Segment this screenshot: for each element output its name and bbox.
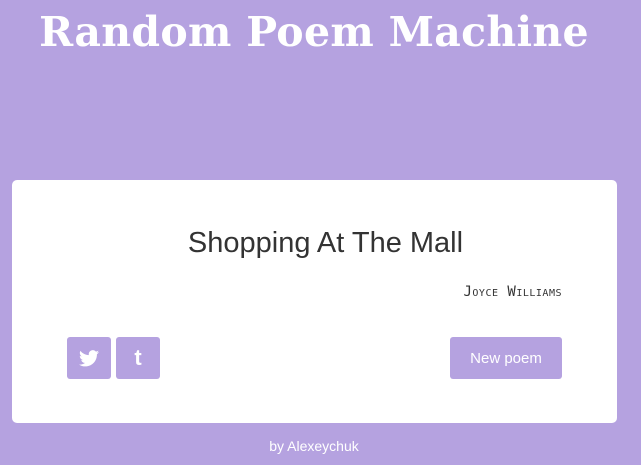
new-poem-button[interactable]: New poem	[450, 337, 562, 379]
poem-author: Joyce Williams	[463, 284, 562, 300]
poem-title: Shopping At The Mall	[187, 227, 464, 259]
footer-prefix: by	[269, 438, 285, 454]
footer-author-link[interactable]: Alexeychuk	[287, 438, 359, 454]
share-twitter-button[interactable]	[67, 337, 111, 379]
poem-card: Shopping At The Mall Joyce Williams t Ne…	[12, 180, 617, 423]
twitter-icon	[79, 349, 99, 366]
tumblr-icon: t	[134, 345, 142, 370]
share-tumblr-button[interactable]: t	[116, 337, 160, 379]
app-title: Random Poem Machine	[39, 8, 589, 56]
footer: by Alexeychuk	[0, 438, 628, 454]
